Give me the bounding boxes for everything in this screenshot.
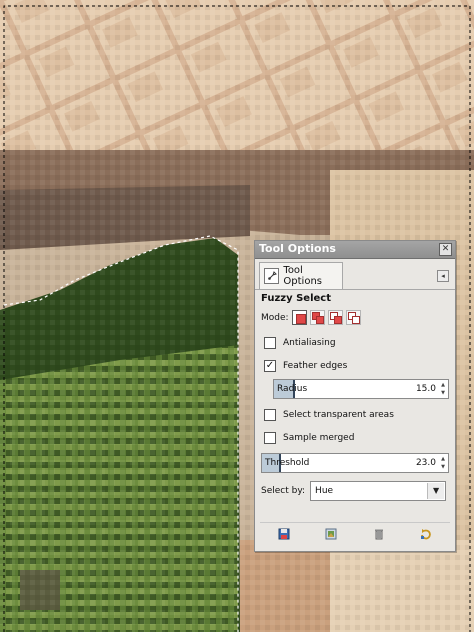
tab-label: Tool Options [283,265,322,287]
antialiasing-checkbox[interactable] [264,337,276,349]
antialiasing-label: Antialiasing [283,338,336,348]
close-icon[interactable]: ✕ [439,243,452,256]
antialiasing-row[interactable]: Antialiasing [261,333,449,353]
radius-label: Radius [277,384,308,394]
tab-menu-icon[interactable]: ◂ [437,270,449,282]
sample-merged-label: Sample merged [283,433,355,443]
select-transparent-row[interactable]: Select transparent areas [261,405,449,425]
save-preset-icon[interactable] [277,527,291,541]
tab-row: Tool Options ◂ [255,259,455,290]
sample-merged-row[interactable]: Sample merged [261,428,449,448]
select-by-label: Select by: [261,486,306,496]
mode-add-button[interactable] [309,310,325,325]
select-by-value: Hue [315,486,334,496]
replace-mode-icon [295,314,306,324]
mode-intersect-button[interactable] [345,310,361,325]
bottom-toolbar [260,522,450,545]
threshold-label: Threshold [265,458,310,468]
sample-merged-checkbox[interactable] [264,432,276,444]
dialog-titlebar[interactable]: Tool Options ✕ [255,241,455,259]
feather-edges-label: Feather edges [283,361,348,371]
mode-row: Mode: [261,310,449,325]
radius-slider[interactable]: Radius 15.0 ▲ ▼ [273,379,449,399]
spin-arrows-icon[interactable]: ▲ ▼ [439,381,447,397]
delete-preset-icon[interactable] [372,527,386,541]
mode-replace-button[interactable] [291,310,307,325]
feather-edges-row[interactable]: ✓ Feather edges [261,356,449,376]
select-by-row: Select by: Hue ▼ [261,481,449,501]
restore-preset-icon[interactable] [324,527,338,541]
mode-subtract-button[interactable] [327,310,343,325]
select-transparent-label: Select transparent areas [283,410,394,420]
spin-arrows-icon[interactable]: ▲ ▼ [439,455,447,471]
tool-options-icon [264,268,280,284]
select-by-dropdown[interactable]: Hue ▼ [310,481,447,501]
feather-edges-checkbox[interactable]: ✓ [264,360,276,372]
threshold-slider[interactable]: Threshold 23.0 ▲ ▼ [261,453,449,473]
tool-options-dialog: Tool Options ✕ Tool Options ◂ Fuzzy Sele… [254,240,456,552]
dialog-title: Tool Options [259,242,336,255]
radius-value: 15.0 [415,384,436,394]
tool-options-body: Fuzzy Select Mode: Antialiasing ✓ Feathe… [255,289,455,551]
tool-name: Fuzzy Select [261,293,331,304]
select-transparent-checkbox[interactable] [264,409,276,421]
reset-icon[interactable] [419,527,433,541]
chevron-down-icon[interactable]: ▼ [427,483,445,499]
tab-tool-options[interactable]: Tool Options [259,262,343,289]
threshold-value: 23.0 [415,458,436,468]
mode-label: Mode: [261,312,289,323]
